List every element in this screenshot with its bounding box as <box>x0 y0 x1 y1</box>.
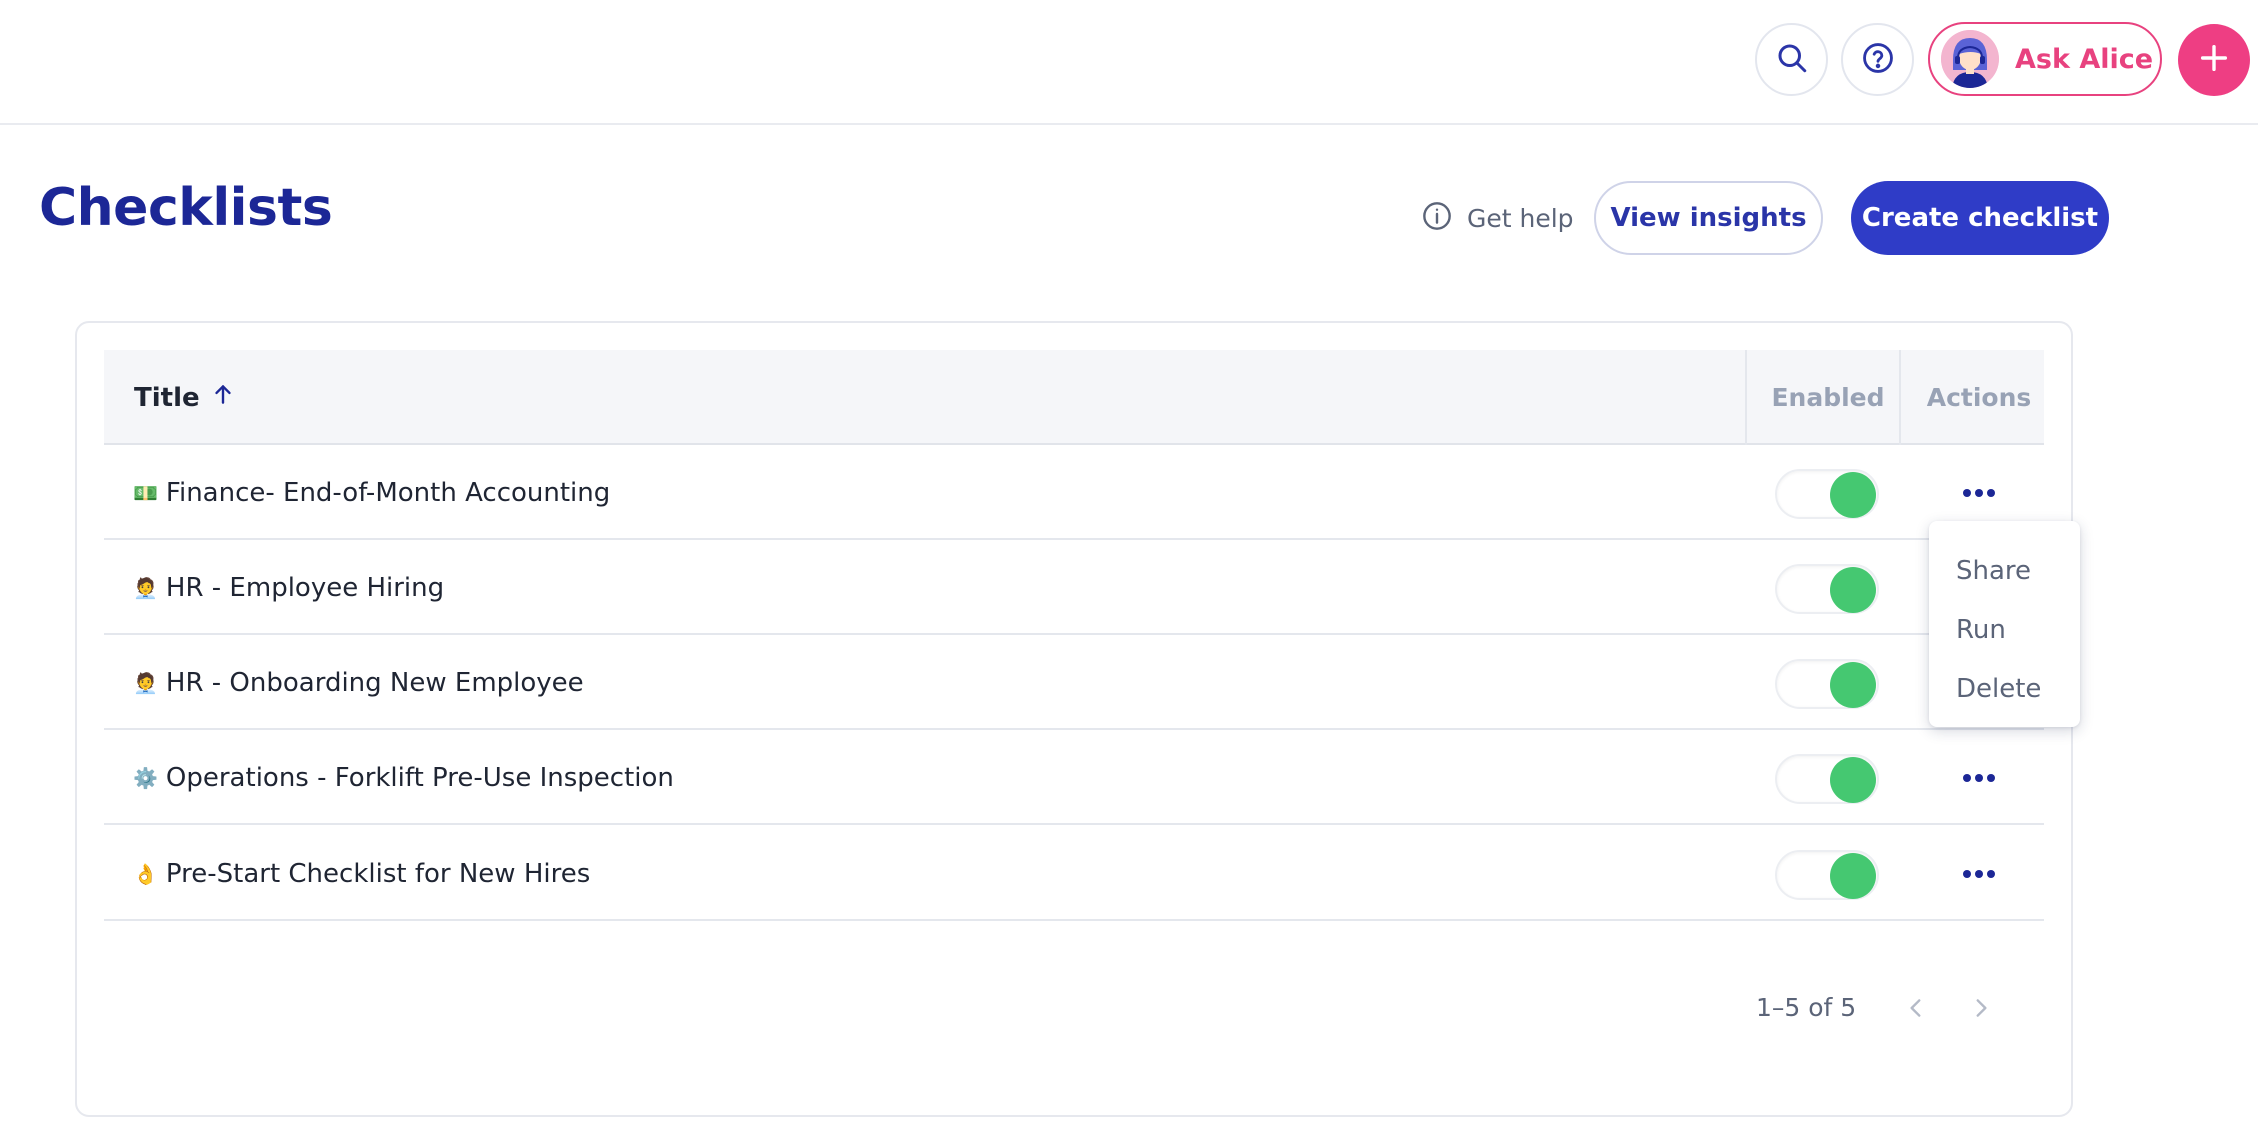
checklist-title-text: Operations - Forklift Pre-Use Inspection <box>165 762 674 793</box>
search-icon <box>1774 40 1810 80</box>
add-button[interactable] <box>2178 24 2250 96</box>
enabled-toggle[interactable] <box>1775 659 1879 709</box>
person-emoji-icon: 🧑‍💼 <box>133 575 158 600</box>
toggle-knob <box>1830 853 1876 899</box>
column-header-title[interactable]: Title <box>134 350 236 445</box>
plus-icon <box>2197 41 2231 79</box>
more-dots-icon <box>1975 489 1983 497</box>
checklist-title-text: Pre-Start Checklist for New Hires <box>165 858 591 889</box>
enabled-toggle[interactable] <box>1775 754 1879 804</box>
previous-page-button[interactable] <box>1896 990 1936 1030</box>
sort-ascending-icon <box>200 381 236 414</box>
more-dots-icon <box>1963 489 1971 497</box>
menu-item-delete[interactable]: Delete <box>1929 659 2080 718</box>
money-emoji-icon: 💵 <box>133 480 158 505</box>
checklist-title-text: HR - Employee Hiring <box>165 572 445 603</box>
toggle-knob <box>1830 567 1876 613</box>
enabled-toggle[interactable] <box>1775 564 1879 614</box>
checklist-title-text: HR - Onboarding New Employee <box>165 667 584 698</box>
more-dots-icon <box>1963 870 1971 878</box>
column-header-actions: Actions <box>1926 383 2032 412</box>
checklist-title-text: Finance- End-of-Month Accounting <box>165 477 611 508</box>
menu-item-share[interactable]: Share <box>1929 541 2080 600</box>
help-button[interactable] <box>1841 23 1914 96</box>
table-row: ⚙️ Operations - Forklift Pre-Use Inspect… <box>104 730 2044 825</box>
ask-alice-label: Ask Alice <box>2015 43 2154 75</box>
more-dots-icon <box>1987 774 1995 782</box>
toggle-knob <box>1830 757 1876 803</box>
checklist-title[interactable]: 🧑‍💼 HR - Employee Hiring <box>133 540 444 635</box>
checklist-title[interactable]: 👌 Pre-Start Checklist for New Hires <box>133 826 590 921</box>
search-button[interactable] <box>1755 23 1828 96</box>
enabled-toggle[interactable] <box>1775 469 1879 519</box>
chevron-left-icon <box>1903 995 1929 1025</box>
pagination-range: 1–5 of 5 <box>1756 993 1857 1022</box>
checklist-title[interactable]: ⚙️ Operations - Forklift Pre-Use Inspect… <box>133 730 674 825</box>
person-emoji-icon: 🧑‍💼 <box>133 670 158 695</box>
create-checklist-button[interactable]: Create checklist <box>1851 181 2109 255</box>
more-dots-icon <box>1975 870 1983 878</box>
chevron-right-icon <box>1968 995 1994 1025</box>
more-dots-icon <box>1987 870 1995 878</box>
toggle-knob <box>1830 472 1876 518</box>
checklist-title[interactable]: 🧑‍💼 HR - Onboarding New Employee <box>133 635 584 730</box>
more-actions-button[interactable] <box>1954 760 2004 796</box>
more-dots-icon <box>1963 774 1971 782</box>
ok-hand-emoji-icon: 👌 <box>133 861 158 886</box>
table-row: 💵 Finance- End-of-Month Accounting <box>104 445 2044 540</box>
more-actions-button[interactable] <box>1954 475 2004 511</box>
column-header-enabled: Enabled <box>1771 383 1885 412</box>
get-help-label: Get help <box>1467 203 1574 233</box>
table-row: 👌 Pre-Start Checklist for New Hires <box>104 826 2044 921</box>
more-dots-icon <box>1975 774 1983 782</box>
gear-emoji-icon: ⚙️ <box>133 765 158 790</box>
more-actions-button[interactable] <box>1954 856 2004 892</box>
column-divider <box>1899 350 1901 445</box>
get-help-link[interactable]: Get help <box>1421 198 1574 238</box>
ask-alice-button[interactable]: Ask Alice <box>1928 22 2162 96</box>
view-insights-button[interactable]: View insights <box>1594 181 1823 255</box>
alice-avatar <box>1941 30 1999 88</box>
table-row: 🧑‍💼 HR - Onboarding New Employee <box>104 635 2044 730</box>
actions-menu: Share Run Delete <box>1929 521 2080 727</box>
help-circle-icon <box>1861 41 1895 79</box>
menu-item-run[interactable]: Run <box>1929 600 2080 659</box>
more-dots-icon <box>1987 489 1995 497</box>
next-page-button[interactable] <box>1961 990 2001 1030</box>
toggle-knob <box>1830 662 1876 708</box>
checklist-title[interactable]: 💵 Finance- End-of-Month Accounting <box>133 445 610 540</box>
table-row: 🧑‍💼 HR - Employee Hiring <box>104 540 2044 635</box>
column-title-label: Title <box>134 382 200 413</box>
column-divider <box>1745 350 1747 445</box>
table-header: Title Enabled Actions <box>104 350 2044 445</box>
top-bar: Ask Alice <box>0 0 2258 125</box>
enabled-toggle[interactable] <box>1775 850 1879 900</box>
info-icon <box>1421 200 1453 236</box>
page-title: Checklists <box>39 178 333 238</box>
